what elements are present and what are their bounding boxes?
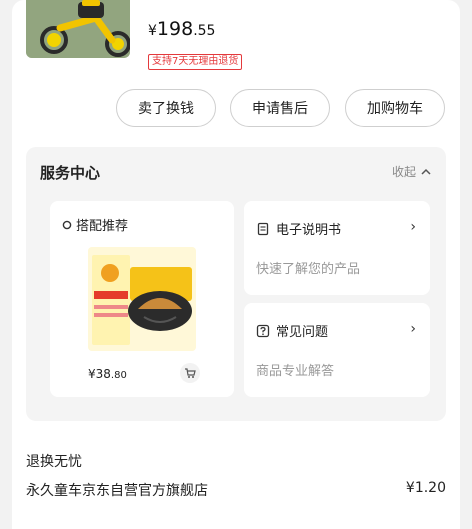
e-manual-title-label: 电子说明书 [276,223,342,238]
return-worry-free-label: 退换无忧 [26,454,82,470]
store-name[interactable]: 永久童车京东自营官方旗舰店 [26,480,208,500]
recommend-product-image[interactable] [88,247,196,351]
recommend-title: 搭配推荐 [62,215,128,234]
recommend-title-label: 搭配推荐 [76,219,129,234]
sell-button[interactable]: 卖了换钱 [116,89,216,127]
recommend-price-integer: ¥38 [88,367,111,381]
recommend-add-cart-button[interactable] [180,363,200,383]
recommend-price: ¥38.80 [88,367,127,381]
chevron-right-icon: › [410,321,416,337]
e-manual-panel[interactable]: 电子说明书 › 快速了解您的产品 [244,201,430,295]
faq-panel[interactable]: 常见问题 › 商品专业解答 [244,303,430,397]
add-to-cart-button[interactable]: 加购物车 [345,89,445,127]
price-decimal: .55 [193,23,216,39]
collapse-toggle[interactable]: 收起 [392,163,432,180]
service-center-title: 服务中心 [40,164,101,182]
service-center: 服务中心 收起 搭配推荐 ¥38.80 电子说明书 › 快速了解您的产品 常见问… [26,147,446,421]
faq-title: 常见问题 [256,321,328,340]
question-icon [256,324,270,337]
chevron-up-icon [421,168,431,175]
recommend-price-decimal: .80 [110,370,127,381]
cart-icon [185,368,196,378]
chevron-right-icon: › [410,219,416,235]
document-icon [257,222,269,235]
circle-icon [62,220,72,229]
faq-subtitle: 商品专业解答 [256,364,335,379]
faq-title-label: 常见问题 [276,325,329,340]
after-sale-button[interactable]: 申请售后 [230,89,330,127]
return-policy-badge: 支持7天无理由退货 [148,54,243,70]
product-image[interactable] [26,0,130,58]
store-price: ¥1.20 [405,480,446,496]
e-manual-subtitle: 快速了解您的产品 [256,262,361,277]
e-manual-title: 电子说明书 [256,219,341,238]
recommend-panel[interactable]: 搭配推荐 ¥38.80 [50,201,234,397]
price-integer: 198 [156,18,194,40]
order-detail-card: ¥198.55 支持7天无理由退货 卖了换钱 申请售后 加购物车 服务中心 收起… [12,0,460,529]
price-currency: ¥ [148,23,157,39]
product-price: ¥198.55 [148,18,215,40]
collapse-label: 收起 [391,165,416,179]
